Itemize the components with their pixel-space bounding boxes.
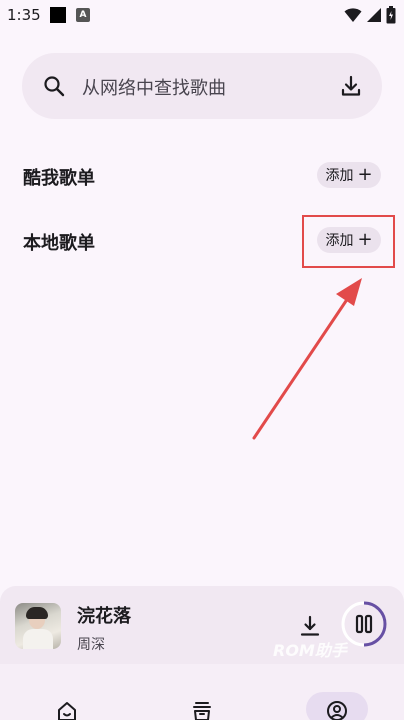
home-icon[interactable] bbox=[56, 700, 78, 720]
search-bar[interactable]: 从网络中查找歌曲 bbox=[22, 53, 382, 119]
download-icon[interactable] bbox=[338, 73, 364, 99]
watermark: ROM助手 bbox=[273, 641, 347, 660]
annotation-arrow bbox=[252, 278, 362, 440]
download-icon[interactable] bbox=[298, 614, 322, 638]
add-button-label: 添加 bbox=[325, 168, 354, 184]
album-art bbox=[15, 603, 61, 649]
pause-icon bbox=[355, 614, 373, 634]
library-icon[interactable] bbox=[191, 700, 213, 720]
wifi-icon bbox=[344, 8, 362, 22]
song-artist: 周深 bbox=[77, 637, 105, 653]
plus-icon: + bbox=[357, 164, 373, 185]
mini-player[interactable]: 浣花落 周深 ROM助手 bbox=[0, 586, 404, 664]
app-screen: 1:35 A 从网络中查找歌曲 酷我歌单 添加 + 本地歌单 添加 + 浣花落 … bbox=[0, 0, 404, 720]
pause-button[interactable] bbox=[340, 600, 388, 648]
bottom-nav bbox=[0, 664, 404, 720]
status-time: 1:35 bbox=[7, 6, 41, 24]
add-kuwo-playlist-button[interactable]: 添加 + bbox=[317, 162, 381, 188]
status-bar: 1:35 A bbox=[0, 0, 404, 30]
highlight-box bbox=[302, 215, 395, 268]
kuwo-playlist-title: 酷我歌单 bbox=[23, 168, 95, 189]
search-placeholder[interactable]: 从网络中查找歌曲 bbox=[82, 74, 226, 100]
notification-a-icon: A bbox=[76, 8, 90, 22]
search-icon bbox=[44, 76, 65, 97]
notification-square-icon bbox=[50, 7, 66, 23]
profile-icon[interactable] bbox=[326, 700, 348, 720]
local-playlist-title: 本地歌单 bbox=[23, 233, 95, 254]
song-title: 浣花落 bbox=[77, 606, 131, 627]
signal-icon bbox=[367, 8, 381, 22]
battery-icon bbox=[386, 6, 396, 24]
status-icons bbox=[344, 6, 396, 24]
